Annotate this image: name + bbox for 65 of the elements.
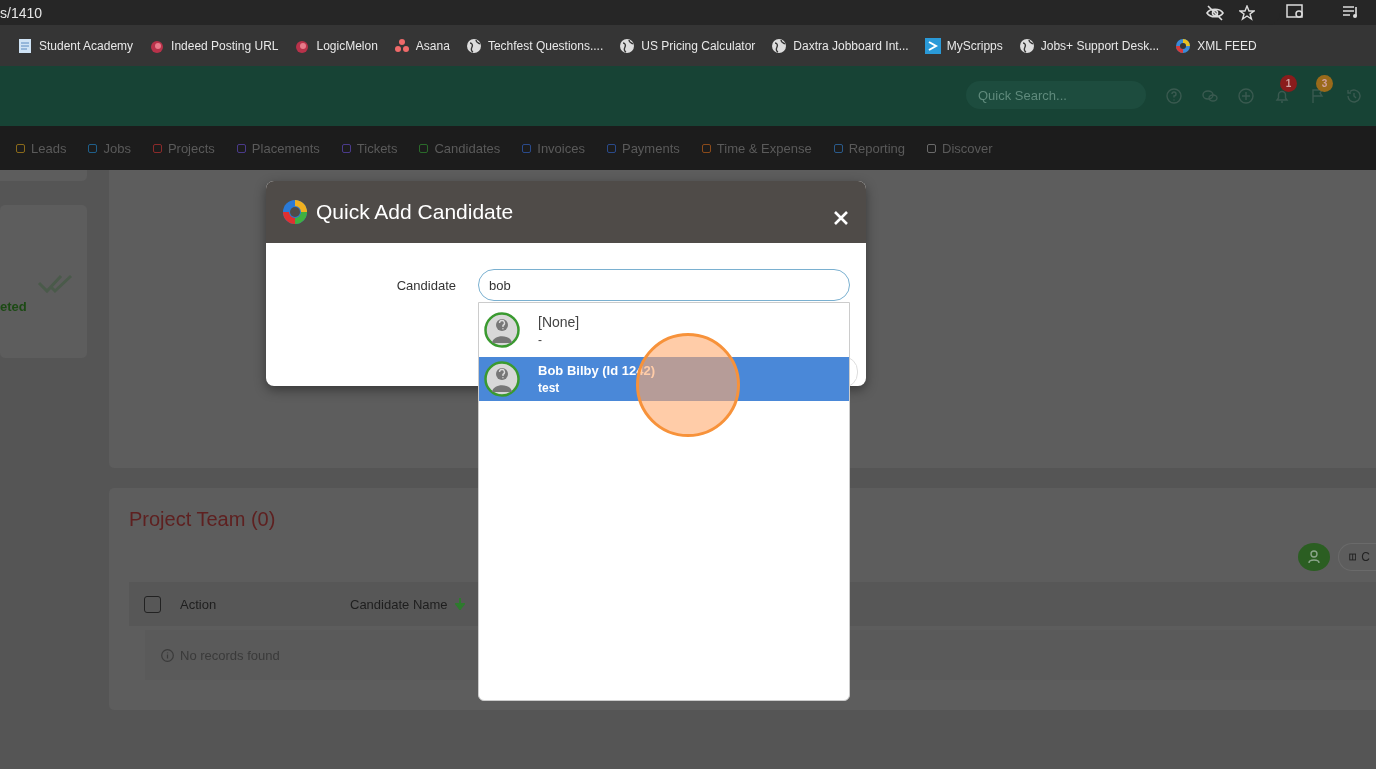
option-subtitle: test <box>538 381 561 395</box>
nav-item[interactable]: Leads <box>16 140 67 156</box>
add-person-button[interactable] <box>1298 543 1330 571</box>
nav-item[interactable]: Payments <box>606 140 680 156</box>
bookmark[interactable]: US Pricing Calculator <box>619 37 756 54</box>
playlist-icon[interactable] <box>1342 4 1360 20</box>
avatar-icon <box>484 361 520 397</box>
bookmark[interactable]: MyScripps <box>924 37 1003 54</box>
address-bar[interactable]: s/1410 <box>0 0 1376 25</box>
info-icon <box>161 648 174 662</box>
globe-icon <box>619 37 636 54</box>
bookmark[interactable]: LogicMelon <box>294 37 378 54</box>
count-badge: 3 <box>1316 75 1333 92</box>
circle-logo-icon <box>1175 37 1192 54</box>
candidate-search-field[interactable]: bob <box>478 269 850 301</box>
bookmark[interactable]: Asana <box>393 37 450 54</box>
bookmark[interactable]: Techfest Questions.... <box>465 37 604 54</box>
arrow-logo-icon <box>924 37 941 54</box>
plus-icon[interactable] <box>1238 88 1254 104</box>
bookmark[interactable]: Indeed Posting URL <box>149 37 279 54</box>
notifications-icon[interactable] <box>1274 88 1290 104</box>
help-icon[interactable] <box>1166 88 1182 104</box>
column-header[interactable]: Candidate Name <box>350 596 448 612</box>
bookmark[interactable]: Student Academy <box>17 37 134 54</box>
eye-slash-icon[interactable] <box>1205 4 1225 21</box>
status-label: eted <box>0 299 27 314</box>
columns-icon <box>1349 552 1357 562</box>
columns-button[interactable]: C <box>1338 543 1376 571</box>
globe-icon <box>771 37 788 54</box>
nav-item[interactable]: Candidates <box>419 140 501 156</box>
option-subtitle: - <box>538 332 543 347</box>
nav-item[interactable]: Invoices <box>522 140 585 156</box>
avatar-icon <box>484 312 520 348</box>
logo-icon <box>282 199 308 225</box>
flag-icon[interactable] <box>1310 88 1326 104</box>
globe-icon <box>1018 37 1035 54</box>
field-label: Candidate <box>395 277 456 293</box>
close-icon[interactable] <box>834 211 848 225</box>
dialog-title: Quick Add Candidate <box>316 200 514 224</box>
nav-item[interactable]: Jobs <box>88 140 131 156</box>
bookmark[interactable]: Daxtra Jobboard Int... <box>771 37 909 54</box>
history-icon[interactable] <box>1346 88 1362 104</box>
section-title: Project Team (0) <box>129 507 277 532</box>
url-text: s/1410 <box>0 4 43 21</box>
option-title: [None] <box>538 313 580 330</box>
nav-item[interactable]: Placements <box>236 140 320 156</box>
nav-item[interactable]: Discover <box>927 140 993 156</box>
bookmark[interactable]: Jobs+ Support Desk... <box>1018 37 1160 54</box>
checkbox[interactable] <box>144 595 161 613</box>
bookmark[interactable]: XML FEED <box>1175 37 1257 54</box>
quick-search-field[interactable]: Quick Search... <box>966 81 1146 109</box>
person-icon <box>1307 550 1321 564</box>
chat-icon[interactable] <box>1202 88 1218 104</box>
sort-down-icon[interactable] <box>454 598 465 610</box>
nav-item[interactable]: Reporting <box>833 140 906 156</box>
count-badge: 1 <box>1280 75 1297 92</box>
globe-icon <box>465 37 482 54</box>
star-icon[interactable] <box>1239 4 1255 21</box>
nav-item[interactable]: Time & Expense <box>701 140 812 156</box>
three-dots-icon <box>393 37 410 54</box>
search-icon[interactable] <box>1286 4 1306 20</box>
nav-item[interactable]: Tickets <box>341 140 398 156</box>
column-header[interactable]: Action <box>180 596 350 612</box>
document-icon <box>17 37 33 54</box>
nav-item[interactable]: Projects <box>152 140 215 156</box>
